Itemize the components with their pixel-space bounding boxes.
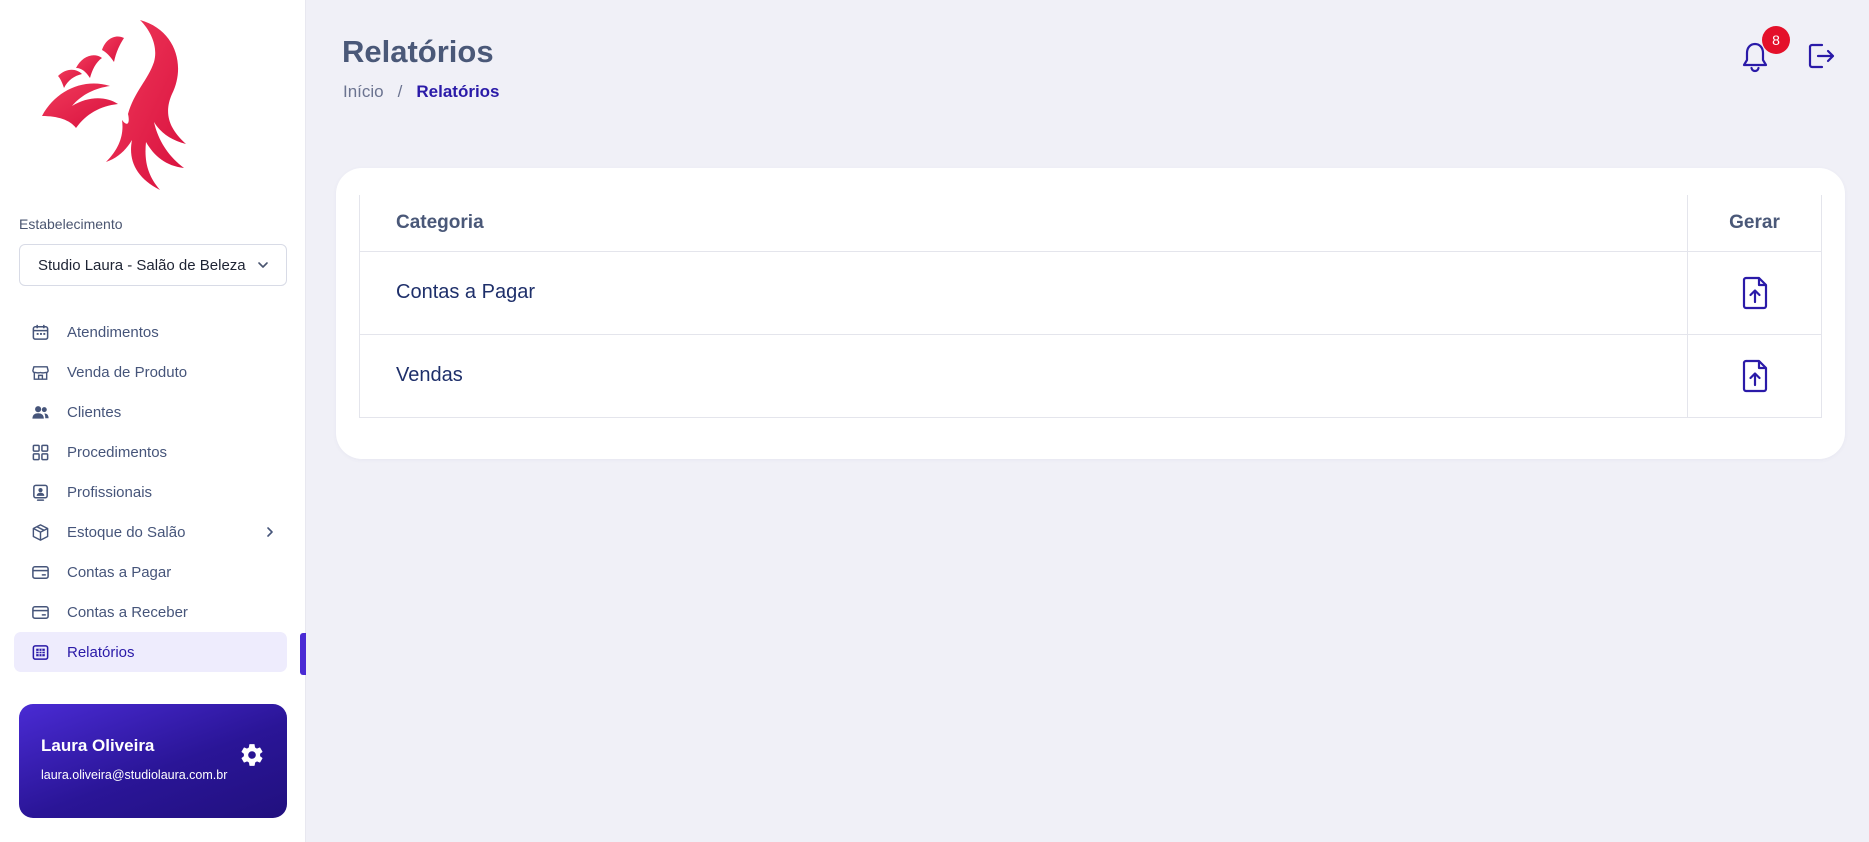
- sidebar-item-label: Procedimentos: [67, 443, 168, 461]
- calendar-icon: [30, 322, 50, 342]
- sidebar-item-label: Clientes: [67, 403, 122, 421]
- active-indicator: [300, 633, 306, 675]
- box-icon: [30, 522, 50, 542]
- table-header-row: Categoria Gerar: [359, 195, 1822, 252]
- badge-icon: [30, 482, 50, 502]
- sidebar-item-contas-a-receber[interactable]: Contas a Receber: [14, 592, 287, 632]
- file-upload-icon[interactable]: [1740, 276, 1770, 310]
- user-email: laura.oliveira@studiolaura.com.br: [41, 768, 228, 782]
- sidebar-item-label: Venda de Produto: [67, 363, 188, 381]
- sidebar-item-clientes[interactable]: Clientes: [14, 392, 287, 432]
- establishment-label: Estabelecimento: [19, 216, 123, 232]
- establishment-value: Studio Laura - Salão de Beleza: [38, 256, 246, 274]
- sidebar-nav: Atendimentos Venda de Produto Clientes P…: [14, 312, 287, 672]
- sidebar: Estabelecimento Studio Laura - Salão de …: [0, 0, 306, 842]
- establishment-select[interactable]: Studio Laura - Salão de Beleza: [19, 244, 287, 286]
- card-icon: [30, 562, 50, 582]
- sidebar-item-label: Profissionais: [67, 483, 153, 501]
- breadcrumb-home[interactable]: Início: [343, 82, 384, 102]
- sidebar-item-contas-a-pagar[interactable]: Contas a Pagar: [14, 552, 287, 592]
- file-upload-icon[interactable]: [1740, 359, 1770, 393]
- notification-badge: 8: [1762, 26, 1790, 54]
- chevron-right-icon: [267, 527, 273, 537]
- sidebar-item-estoque-do-salao[interactable]: Estoque do Salão: [14, 512, 287, 552]
- generate-cell: [1687, 333, 1822, 418]
- card-icon: [30, 602, 50, 622]
- category-cell: Contas a Pagar: [359, 250, 1688, 335]
- breadcrumb: Início / Relatórios: [343, 82, 500, 102]
- users-icon: [30, 402, 50, 422]
- breadcrumb-separator: /: [397, 82, 403, 101]
- sidebar-item-atendimentos[interactable]: Atendimentos: [14, 312, 287, 352]
- report-icon: [30, 642, 50, 662]
- breadcrumb-current: Relatórios: [416, 82, 500, 101]
- sidebar-item-label: Atendimentos: [67, 323, 159, 341]
- reports-table: Categoria Gerar Contas a Pagar Vendas: [359, 195, 1822, 418]
- store-icon: [30, 362, 50, 382]
- reports-card: Categoria Gerar Contas a Pagar Vendas: [336, 168, 1845, 459]
- user-card: Laura Oliveira laura.oliveira@studiolaur…: [19, 704, 287, 818]
- salon-logo: [42, 20, 186, 190]
- sidebar-item-venda-de-produto[interactable]: Venda de Produto: [14, 352, 287, 392]
- gear-icon[interactable]: [239, 742, 265, 768]
- generate-cell: [1687, 250, 1822, 335]
- sidebar-item-label: Relatórios: [67, 643, 135, 661]
- sidebar-item-label: Estoque do Salão: [67, 523, 186, 541]
- table-row: Vendas: [359, 333, 1822, 418]
- sidebar-item-procedimentos[interactable]: Procedimentos: [14, 432, 287, 472]
- logout-icon[interactable]: [1805, 40, 1837, 72]
- user-name: Laura Oliveira: [41, 736, 155, 755]
- grid-icon: [30, 442, 50, 462]
- table-row: Contas a Pagar: [359, 250, 1822, 335]
- sidebar-item-profissionais[interactable]: Profissionais: [14, 472, 287, 512]
- sidebar-item-label: Contas a Receber: [67, 603, 188, 621]
- column-header-gerar: Gerar: [1687, 195, 1822, 252]
- sidebar-item-label: Contas a Pagar: [67, 563, 172, 581]
- chevron-down-icon: [258, 262, 268, 268]
- column-header-categoria: Categoria: [359, 195, 1688, 252]
- sidebar-item-relatorios[interactable]: Relatórios: [14, 632, 287, 672]
- page-title: Relatórios: [342, 34, 494, 69]
- category-cell: Vendas: [359, 333, 1688, 418]
